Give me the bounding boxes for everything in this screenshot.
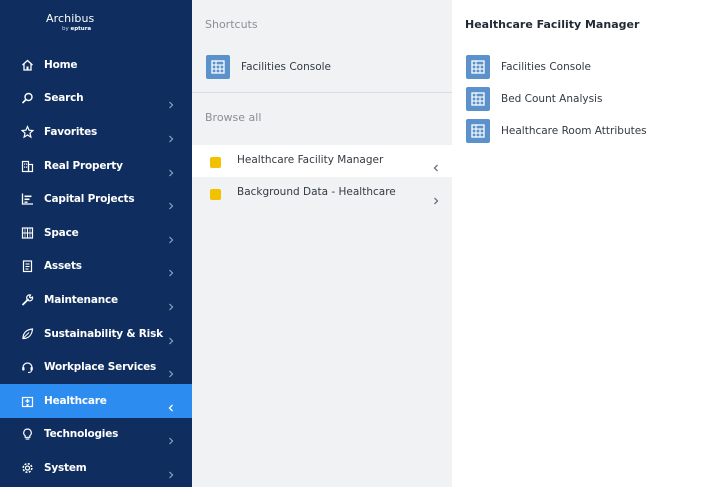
sidebar-item-label: Search [44,92,84,105]
floorplan-icon [21,226,34,239]
browse-item-label: Background Data - Healthcare [237,186,396,198]
sidebar-item-label: Healthcare [44,394,107,407]
leaf-icon [21,327,34,340]
browse-all-title: Browse all [205,111,262,124]
sidebar-item-label: Home [44,58,78,71]
home-icon [21,58,34,71]
divider [192,92,452,93]
table-icon [466,119,490,143]
headset-icon [21,361,34,374]
sidebar-item-capital-projects[interactable]: Capital Projects [0,182,192,216]
chevron-right-icon [167,464,175,479]
clipboard-icon [21,260,34,273]
chevron-right-icon [167,128,175,143]
main-nav: Home Search Favorites Real Property Capital … [0,48,192,485]
table-icon [466,87,490,111]
shortcuts-title: Shortcuts [205,18,258,31]
task-bed-count-analysis[interactable]: Bed Count Analysis [452,84,712,114]
task-label: Facilities Console [501,61,592,73]
folder-icon [210,189,221,200]
chevron-right-icon [432,190,440,205]
browse-item-label: Healthcare Facility Manager [237,154,384,166]
chevron-right-icon [167,262,175,277]
building-icon [21,159,34,172]
shortcut-label: Facilities Console [241,61,332,73]
browse-item-background-data-healthcare[interactable]: Background Data - Healthcare [192,177,452,209]
panel-title: Healthcare Facility Manager [465,18,640,31]
sidebar-item-system[interactable]: System [0,451,192,485]
sidebar-item-healthcare[interactable]: Healthcare [0,383,192,418]
sidebar-item-label: Capital Projects [44,193,135,206]
task-facilities-console[interactable]: Facilities Console [452,52,712,82]
chevron-right-icon [167,363,175,378]
search-icon [21,92,34,105]
sidebar-item-label: Maintenance [44,293,118,306]
sidebar-item-search[interactable]: Search [0,82,192,116]
sidebar: Archibus by eptura Home Search Favorites Re… [0,0,192,487]
hospital-icon [21,394,34,407]
chevron-left-icon [432,157,440,172]
table-icon [466,55,490,79]
sidebar-item-label: Assets [44,260,82,273]
logo-tagline: by eptura [62,26,156,32]
browse-item-healthcare-facility-manager[interactable]: Healthcare Facility Manager [192,145,452,177]
wrench-icon [21,293,34,306]
sidebar-item-label: Space [44,226,79,239]
chevron-right-icon [167,229,175,244]
table-icon [206,55,230,79]
sidebar-item-sustainability-risk[interactable]: Sustainability & Risk [0,317,192,351]
sidebar-item-real-property[interactable]: Real Property [0,149,192,183]
sidebar-item-workplace-services[interactable]: Workplace Services [0,350,192,384]
chevron-right-icon [167,330,175,344]
archibus-logo[interactable]: Archibus by eptura [46,12,156,32]
sidebar-item-label: Favorites [44,125,98,138]
folder-icon [210,157,221,168]
sidebar-item-maintenance[interactable]: Maintenance [0,283,192,317]
sidebar-item-label: Workplace Services [44,361,157,374]
shortcut-facilities-console[interactable]: Facilities Console [192,51,452,85]
task-label: Healthcare Room Attributes [501,125,647,137]
chevron-right-icon [167,296,175,311]
chevron-right-icon [167,94,175,109]
task-panel: Healthcare Facility Manager Facilities C… [452,0,712,487]
sidebar-item-space[interactable]: Space [0,216,192,250]
chevron-right-icon [167,195,175,210]
sidebar-item-favorites[interactable]: Favorites [0,115,192,149]
chart-icon [21,193,34,206]
sidebar-item-label: Sustainability & Risk [44,327,163,340]
lightbulb-icon [21,428,34,441]
chevron-left-icon [167,397,175,412]
sidebar-item-label: System [44,461,87,474]
logo-tagline-company: eptura [70,26,92,32]
sidebar-item-label: Technologies [44,428,119,441]
sidebar-item-assets[interactable]: Assets [0,250,192,284]
chevron-right-icon [167,162,175,177]
sidebar-item-home[interactable]: Home [0,48,192,82]
shortcuts-panel: Shortcuts Facilities Console Browse all … [192,0,452,487]
chevron-right-icon [167,430,175,445]
gear-icon [21,461,34,474]
logo-tagline-prefix: by [62,26,69,32]
task-healthcare-room-attributes[interactable]: Healthcare Room Attributes [452,116,712,146]
sidebar-item-technologies[interactable]: Technologies [0,418,192,452]
logo-name: Archibus [46,12,95,25]
task-label: Bed Count Analysis [501,93,603,105]
star-icon [21,125,34,139]
sidebar-item-label: Real Property [44,159,123,172]
